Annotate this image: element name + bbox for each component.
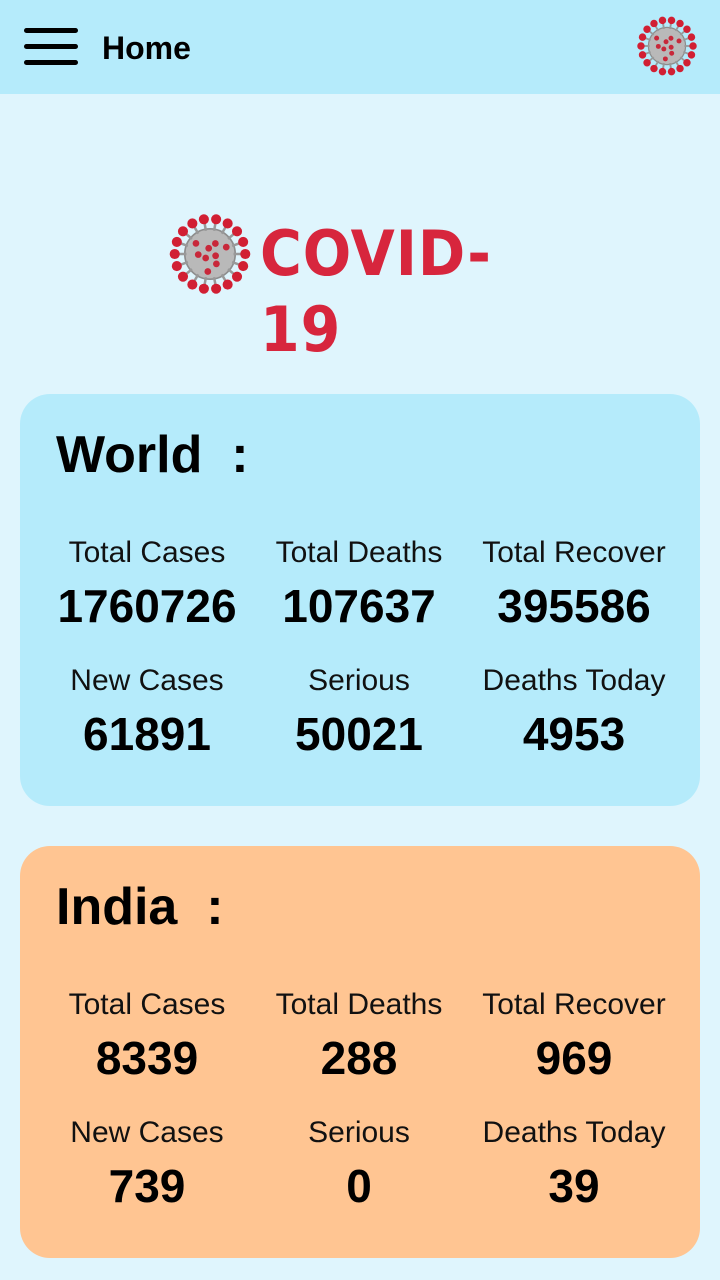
stat-serious: Serious 0: [246, 1116, 472, 1214]
stat-label: Serious: [308, 664, 410, 697]
stat-value: 4953: [522, 708, 626, 760]
stat-label: New Cases: [70, 664, 224, 697]
stat-deaths-today: Deaths Today 39: [461, 1116, 687, 1214]
stat-value: 739: [108, 1160, 186, 1212]
stat-label: Deaths Today: [482, 664, 666, 697]
world-card-title: World :: [56, 426, 249, 484]
stat-label: Total Cases: [68, 988, 226, 1021]
stat-new-cases: New Cases 739: [34, 1116, 260, 1214]
world-stats-card: World : Total Cases 1760726 Total Deaths…: [20, 394, 700, 806]
stat-value: 50021: [295, 708, 423, 760]
stat-total-cases: Total Cases 8339: [34, 988, 260, 1086]
india-card-title: India :: [56, 878, 224, 936]
stat-new-cases: New Cases 61891: [34, 664, 260, 762]
stat-value: 395586: [497, 580, 651, 632]
stat-value: 0: [346, 1160, 372, 1212]
logo-text: COVID-19: [260, 217, 492, 366]
hamburger-menu-icon[interactable]: [24, 26, 78, 68]
coronavirus-icon[interactable]: [636, 15, 698, 77]
stat-label: Serious: [308, 1116, 410, 1149]
stat-deaths-today: Deaths Today 4953: [461, 664, 687, 762]
stat-value: 969: [535, 1032, 613, 1084]
stat-label: Total Cases: [68, 536, 226, 569]
page-title: Home: [102, 30, 191, 66]
stat-label: Total Deaths: [275, 536, 443, 569]
stat-label: Total Recover: [482, 536, 666, 569]
stat-label: New Cases: [70, 1116, 224, 1149]
stat-label: Total Deaths: [275, 988, 443, 1021]
india-stats-card: India : Total Cases 8339 Total Deaths 28…: [20, 846, 700, 1258]
app-bar: Home: [0, 0, 720, 94]
coronavirus-logo-icon: [169, 214, 251, 294]
stat-value: 8339: [95, 1032, 199, 1084]
stat-value: 39: [548, 1160, 600, 1212]
stat-serious: Serious 50021: [246, 664, 472, 762]
stat-total-cases: Total Cases 1760726: [34, 536, 260, 634]
stat-total-recover: Total Recover 969: [461, 988, 687, 1086]
stat-label: Deaths Today: [482, 1116, 666, 1149]
stat-value: 1760726: [57, 580, 237, 632]
stat-label: Total Recover: [482, 988, 666, 1021]
stat-total-recover: Total Recover 395586: [461, 536, 687, 634]
stat-value: 288: [320, 1032, 398, 1084]
stat-value: 107637: [282, 580, 436, 632]
stat-total-deaths: Total Deaths 107637: [246, 536, 472, 634]
stat-total-deaths: Total Deaths 288: [246, 988, 472, 1086]
covid-logo: COVID-19: [168, 212, 568, 366]
stat-value: 61891: [83, 708, 211, 760]
